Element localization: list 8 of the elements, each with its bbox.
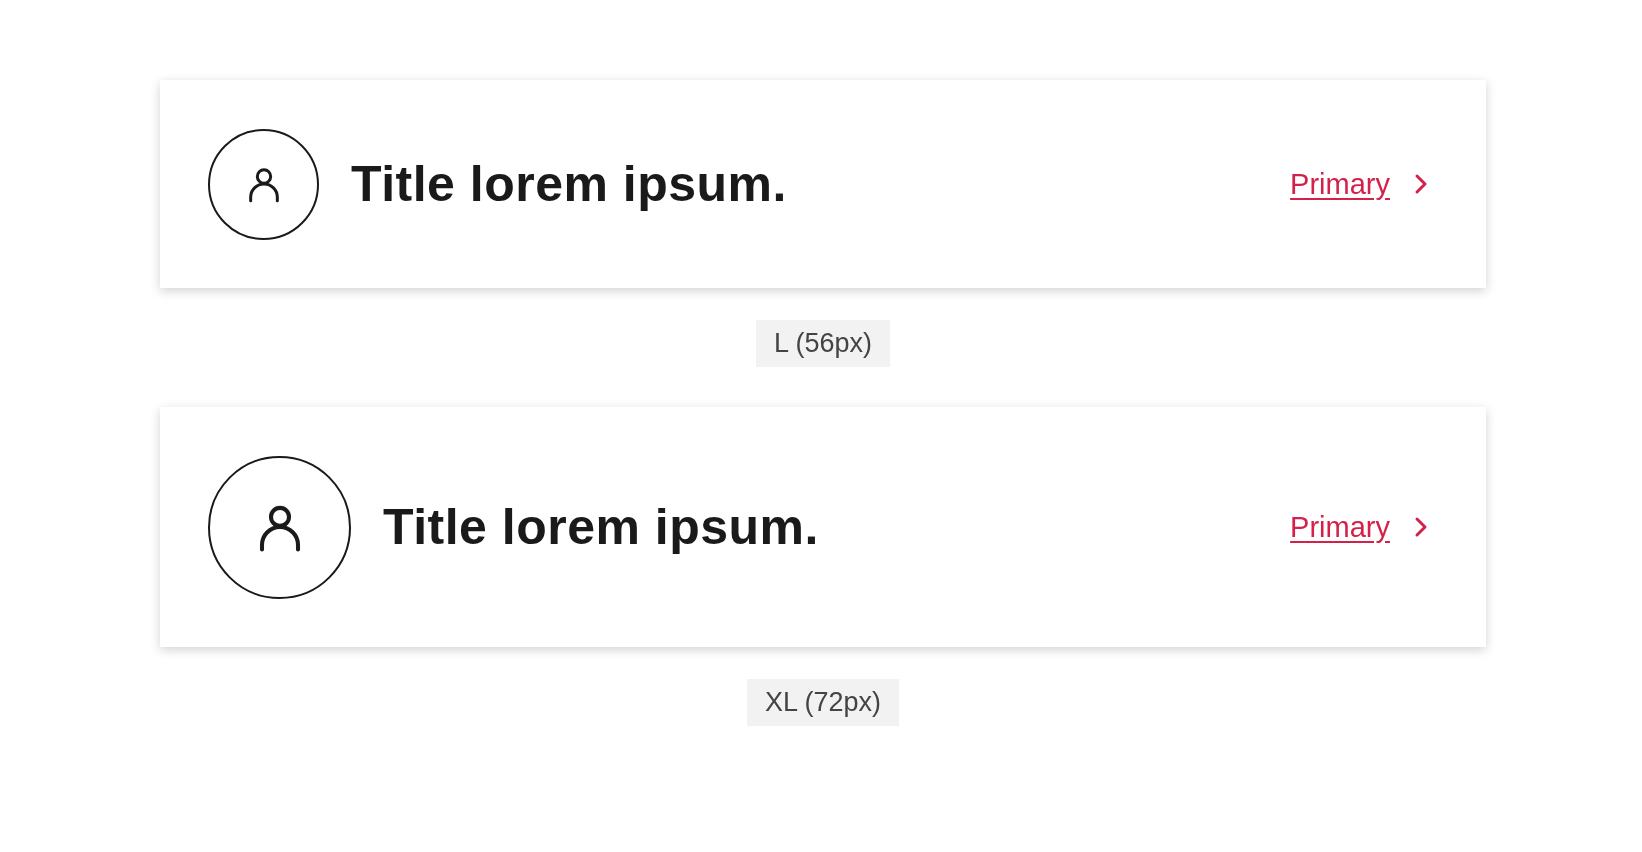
item-title: Title lorem ipsum.: [351, 155, 788, 213]
chevron-right-icon: [1414, 173, 1428, 195]
primary-link[interactable]: Primary: [1290, 510, 1390, 544]
item-title: Title lorem ipsum.: [383, 498, 820, 556]
chevron-right-icon: [1414, 516, 1428, 538]
size-caption: L (56px): [755, 320, 890, 367]
size-caption: XL (72px): [746, 679, 900, 726]
primary-link[interactable]: Primary: [1290, 167, 1390, 201]
